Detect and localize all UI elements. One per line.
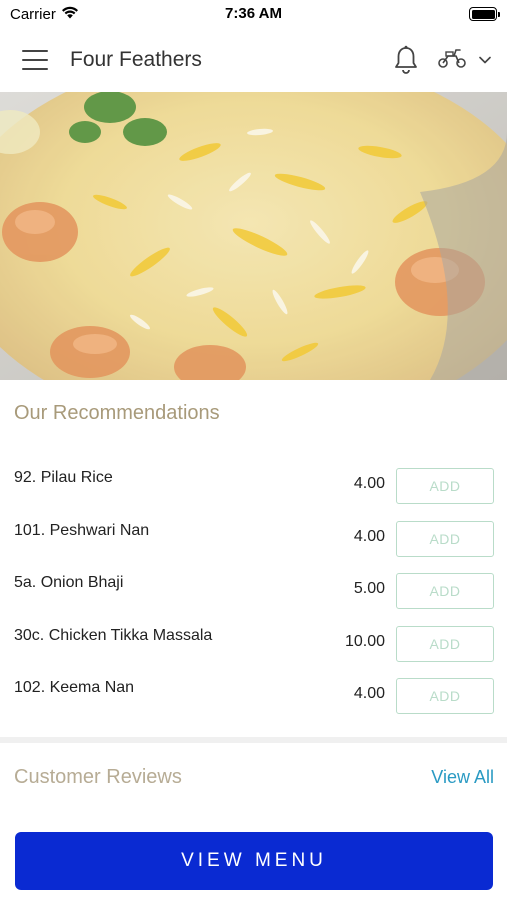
add-button[interactable]: ADD (396, 520, 494, 557)
add-button[interactable]: ADD (396, 573, 494, 609)
recommendations-list: 92. Pilau Rice 4.00 ADD 101. Peshwari Na… (0, 455, 507, 718)
item-price: 5.00 (353, 580, 385, 597)
item-price: 4.00 (353, 685, 385, 702)
item-name: 101. Peshwari Nan (14, 521, 150, 539)
page-title: Four Feathers (70, 48, 202, 71)
header-actions (393, 45, 491, 75)
hero-food-image (0, 92, 507, 380)
add-button[interactable]: ADD (396, 625, 494, 662)
reviews-title: Customer Reviews (14, 766, 182, 788)
list-item: 101. Peshwari Nan 4.00 ADD (0, 508, 507, 561)
view-menu-button[interactable]: VIEW MENU (15, 832, 493, 890)
list-item: 5a. Onion Bhaji 5.00 ADD (0, 560, 507, 613)
status-bar: Carrier 7:36 AM (0, 0, 507, 28)
item-price: 4.00 (353, 475, 385, 492)
item-name: 92. Pilau Rice (14, 469, 113, 486)
app-header: Four Feathers (0, 28, 507, 92)
recommendations-title: Our Recommendations (14, 402, 220, 424)
view-all-link[interactable]: View All (431, 767, 494, 788)
item-name: 30c. Chicken Tikka Massala (14, 626, 213, 644)
section-divider (0, 737, 507, 743)
item-price: 4.00 (353, 527, 385, 545)
add-button[interactable]: ADD (396, 678, 494, 714)
scooter-icon (437, 47, 467, 74)
item-name: 102. Keema Nan (14, 679, 135, 696)
item-name: 5a. Onion Bhaji (14, 574, 124, 591)
item-price: 10.00 (344, 632, 385, 650)
chevron-down-icon (479, 51, 491, 69)
hamburger-menu-icon[interactable] (22, 50, 48, 70)
battery-icon (469, 7, 500, 21)
bell-icon[interactable] (393, 45, 419, 75)
list-item: 102. Keema Nan 4.00 ADD (0, 665, 507, 718)
status-time: 7:36 AM (225, 5, 282, 22)
list-item: 92. Pilau Rice 4.00 ADD (0, 455, 507, 508)
delivery-selector[interactable] (437, 47, 491, 74)
list-item: 30c. Chicken Tikka Massala 10.00 ADD (0, 613, 507, 666)
add-button[interactable]: ADD (396, 468, 494, 504)
